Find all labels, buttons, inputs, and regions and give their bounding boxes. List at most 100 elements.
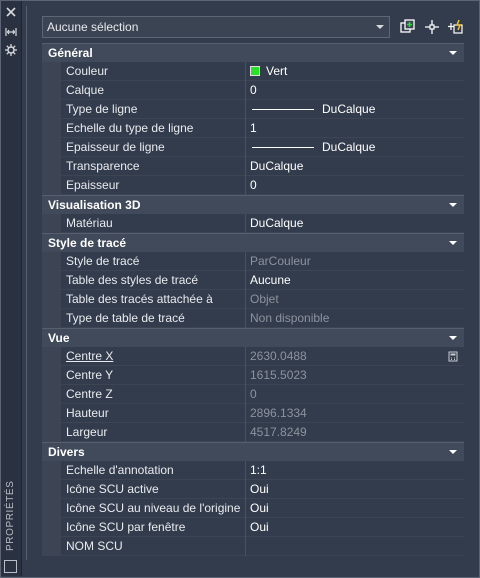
section-title: Style de tracé (48, 236, 127, 250)
property-row-table-des-styles-de-trace[interactable]: Table des styles de tracé Aucune (42, 271, 464, 290)
property-value-cell[interactable]: Vert (250, 64, 287, 78)
property-value-cell[interactable]: DuCalque (250, 216, 303, 230)
calculator-icon[interactable] (448, 351, 458, 362)
close-icon[interactable] (4, 5, 18, 19)
property-row-epaisseur-de-ligne[interactable]: Epaisseur de ligne DuCalque (42, 138, 464, 157)
selection-dropdown[interactable]: Aucune sélection (42, 16, 390, 38)
column-divider (245, 138, 246, 157)
property-value: ParCouleur (250, 254, 311, 268)
property-value: DuCalque (250, 216, 304, 230)
property-value: DuCalque (322, 140, 376, 154)
property-row-epaisseur[interactable]: Epaisseur 0 (42, 176, 464, 195)
toggle-pickadd-icon[interactable] (399, 18, 417, 36)
property-row-materiau[interactable]: Matériau DuCalque (42, 214, 464, 233)
column-divider (245, 81, 246, 100)
property-name: Centre Z (66, 387, 113, 401)
column-divider (245, 461, 246, 480)
section-header-divers[interactable]: Divers (42, 442, 464, 461)
property-row-hauteur[interactable]: Hauteur 2896.1334 (42, 404, 464, 423)
column-divider (245, 499, 246, 518)
column-divider (245, 480, 246, 499)
collapse-icon[interactable] (448, 237, 458, 247)
property-value-cell[interactable]: 0 (250, 83, 257, 97)
row-gutter (42, 347, 61, 366)
palette-tab-icon[interactable] (4, 560, 17, 573)
property-name: Centre Y (66, 368, 114, 382)
color-swatch (250, 65, 260, 76)
property-value: DuCalque (250, 159, 304, 173)
palette-title-bar[interactable]: PROPRIÉTÉS (1, 1, 22, 576)
column-divider (245, 366, 246, 385)
property-value: Oui (250, 501, 269, 515)
property-value-cell[interactable]: Oui (250, 501, 269, 515)
section-header-vue[interactable]: Vue (42, 328, 464, 347)
section-title: Vue (48, 331, 70, 345)
property-name: Largeur (66, 425, 108, 439)
line-preview (252, 109, 314, 111)
property-row-type-de-ligne[interactable]: Type de ligne DuCalque (42, 100, 464, 119)
property-value-cell[interactable]: Aucune (250, 273, 291, 287)
collapse-icon[interactable] (448, 446, 458, 456)
property-row-echelle-d-annotation[interactable]: Echelle d'annotation 1:1 (42, 461, 464, 480)
property-name: Icône SCU active (66, 482, 159, 496)
property-row-calque[interactable]: Calque 0 (42, 81, 464, 100)
property-row-couleur[interactable]: Couleur Vert (42, 62, 464, 81)
property-value: Objet (250, 292, 279, 306)
column-divider (245, 404, 246, 423)
property-row-icone-scu-active[interactable]: Icône SCU active Oui (42, 480, 464, 499)
row-gutter (42, 176, 61, 195)
property-row-centre-z[interactable]: Centre Z 0 (42, 385, 464, 404)
collapse-icon[interactable] (448, 199, 458, 209)
row-gutter (42, 499, 61, 518)
property-value-cell: Objet (250, 292, 279, 306)
property-row-centre-y[interactable]: Centre Y 1615.5023 (42, 366, 464, 385)
collapse-icon[interactable] (448, 47, 458, 57)
property-name: Calque (66, 83, 105, 97)
property-row-icone-scu-au-niveau-de-l-origine[interactable]: Icône SCU au niveau de l'origine Oui (42, 499, 464, 518)
properties-menu-icon[interactable] (4, 43, 18, 57)
column-divider (245, 347, 246, 366)
select-objects-icon[interactable] (423, 18, 441, 36)
property-value-cell[interactable]: 1 (250, 121, 257, 135)
property-value-cell[interactable]: Oui (250, 482, 269, 496)
property-row-nom-scu[interactable]: NOM SCU (42, 537, 464, 556)
section-header-style-de-trace[interactable]: Style de tracé (42, 233, 464, 252)
collapse-icon[interactable] (448, 332, 458, 342)
auto-hide-icon[interactable] (4, 25, 18, 39)
property-value-cell[interactable]: DuCalque (250, 102, 375, 116)
property-row-echelle-du-type-de-ligne[interactable]: Echelle du type de ligne 1 (42, 119, 464, 138)
property-row-type-de-table-de-trace[interactable]: Type de table de tracé Non disponible (42, 309, 464, 328)
column-divider (245, 119, 246, 138)
property-row-largeur[interactable]: Largeur 4517.8249 (42, 423, 464, 442)
property-value: Aucune (250, 273, 291, 287)
property-name: Echelle du type de ligne (66, 121, 194, 135)
property-row-icone-scu-par-fenetre[interactable]: Icône SCU par fenêtre Oui (42, 518, 464, 537)
property-row-style-de-trace[interactable]: Style de tracé ParCouleur (42, 252, 464, 271)
column-divider (245, 157, 246, 176)
property-value-cell: 2896.1334 (250, 406, 307, 420)
property-value-cell[interactable]: 1:1 (250, 463, 267, 477)
property-name: Epaisseur (66, 178, 120, 192)
property-name: Style de tracé (66, 254, 140, 268)
property-row-transparence[interactable]: Transparence DuCalque (42, 157, 464, 176)
row-gutter (42, 157, 61, 176)
row-gutter (42, 100, 61, 119)
row-gutter (42, 480, 61, 499)
column-divider (245, 309, 246, 328)
property-name: Matériau (66, 216, 113, 230)
section-header-visualisation-3d[interactable]: Visualisation 3D (42, 195, 464, 214)
property-value: DuCalque (322, 102, 376, 116)
property-row-centre-x[interactable]: Centre X 2630.0488 (42, 347, 464, 366)
column-divider (245, 537, 246, 556)
property-row-table-des-traces-attachee-a[interactable]: Table des tracés attachée à Objet (42, 290, 464, 309)
section-header-general[interactable]: Général (42, 43, 464, 62)
row-gutter (42, 461, 61, 480)
property-value-cell[interactable]: DuCalque (250, 159, 303, 173)
row-gutter (42, 214, 61, 233)
property-value-cell: 4517.8249 (250, 425, 307, 439)
quick-select-icon[interactable] (447, 18, 465, 36)
property-value: 1:1 (250, 463, 267, 477)
property-value-cell[interactable]: DuCalque (250, 140, 375, 154)
property-value-cell[interactable]: 0 (250, 178, 257, 192)
property-value-cell[interactable]: Oui (250, 520, 269, 534)
